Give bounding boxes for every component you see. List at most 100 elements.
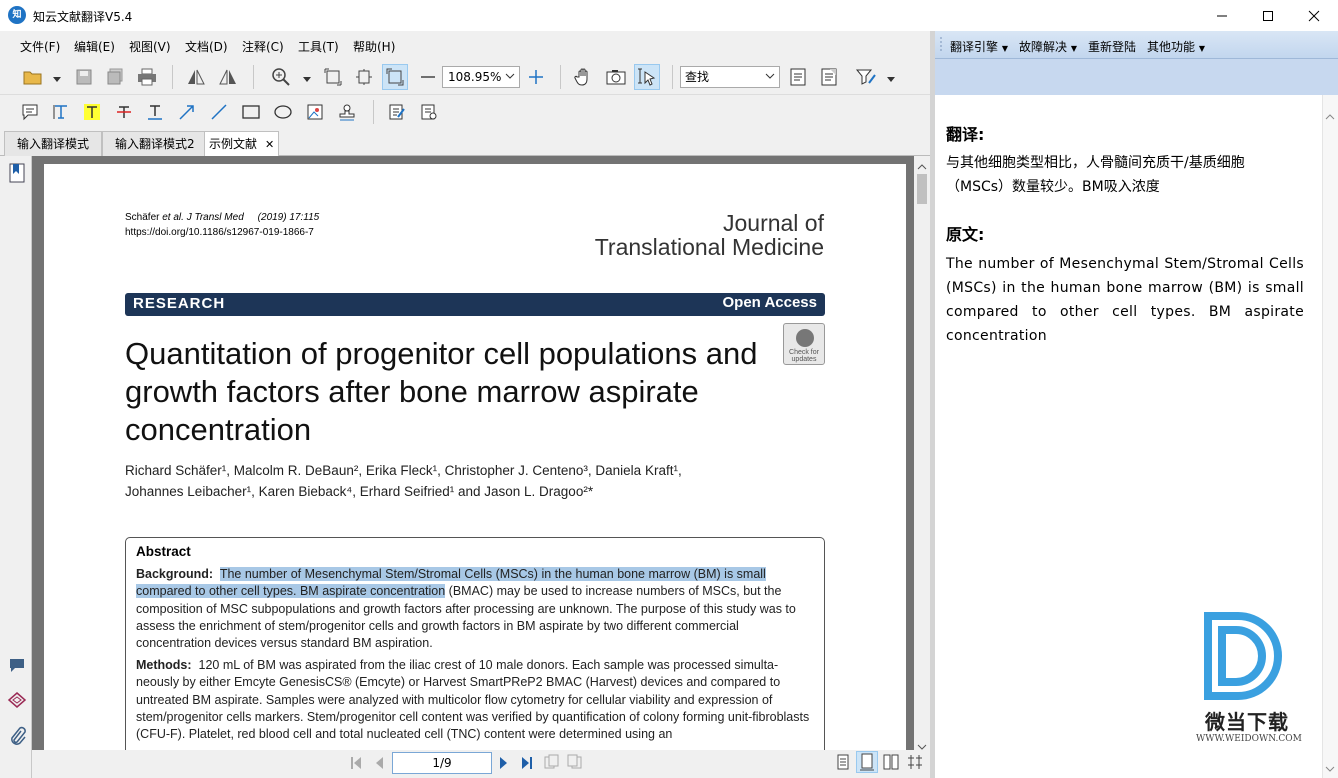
menu-label: 其他功能	[1147, 40, 1196, 54]
history-back-icon[interactable]	[544, 754, 560, 773]
rotate-left-icon[interactable]	[183, 64, 209, 90]
tab-label: 输入翻译模式2	[115, 137, 195, 151]
menu-label: 故障解决	[1019, 40, 1068, 54]
fit-width-icon[interactable]	[351, 64, 377, 90]
maximize-button[interactable]	[1245, 0, 1291, 31]
abstract-methods[interactable]: Methods: 120 mL of BM was aspirated from…	[136, 657, 816, 743]
ellipse-icon[interactable]	[270, 99, 296, 125]
comment-icon[interactable]	[9, 657, 25, 676]
citation-journal: et al. J Transl Med	[162, 212, 244, 223]
relogin-button[interactable]: 重新登陆	[1088, 38, 1136, 55]
open-folder-icon[interactable]	[20, 64, 46, 90]
snapshot-icon[interactable]	[603, 64, 629, 90]
find-prev-icon[interactable]	[785, 64, 811, 90]
troubleshoot-menu[interactable]: 故障解决 ▼	[1019, 38, 1077, 55]
scroll-up-icon[interactable]	[917, 160, 927, 174]
menu-tools[interactable]: 工具(T)	[298, 38, 339, 55]
annotation-tool-icon[interactable]	[853, 64, 879, 90]
authors: Richard Schäfer¹, Malcolm R. DeBaun², Er…	[125, 460, 815, 502]
grip-icon	[939, 36, 943, 57]
minimize-button[interactable]	[1199, 0, 1245, 31]
tab-input-translate[interactable]: 输入翻译模式	[4, 131, 103, 156]
separator	[672, 65, 673, 89]
translation-header-band	[935, 59, 1338, 95]
bookmark-icon[interactable]	[9, 163, 25, 186]
close-icon[interactable]: ✕	[265, 138, 274, 151]
other-functions-menu[interactable]: 其他功能 ▼	[1147, 38, 1205, 55]
close-button[interactable]	[1291, 0, 1337, 31]
text-box-icon[interactable]	[48, 99, 74, 125]
tab-sample-document[interactable]: 示例文献 ✕	[204, 131, 280, 157]
underline-icon[interactable]	[142, 99, 168, 125]
save-all-icon[interactable]	[102, 64, 128, 90]
menu-file[interactable]: 文件(F)	[20, 38, 60, 55]
separator	[373, 100, 374, 124]
zoom-plus-icon[interactable]	[523, 64, 549, 90]
first-page-icon[interactable]	[350, 756, 362, 773]
tab-input-translate-2[interactable]: 输入翻译模式2	[102, 131, 208, 156]
zoom-out-icon[interactable]	[415, 64, 441, 90]
two-page-view-icon[interactable]	[883, 754, 899, 773]
edit-note-icon[interactable]	[384, 99, 410, 125]
journal-name: Journal of Translational Medicine	[564, 211, 824, 259]
chevron-down-icon	[765, 67, 775, 87]
abstract-heading: Abstract	[136, 544, 191, 559]
chevron-down-icon[interactable]	[53, 72, 61, 86]
actual-size-icon[interactable]	[382, 64, 408, 90]
chevron-down-icon[interactable]	[887, 72, 895, 86]
two-page-continuous-icon[interactable]	[907, 754, 923, 773]
save-icon[interactable]	[71, 64, 97, 90]
scroll-up-icon[interactable]	[1325, 110, 1335, 124]
print-icon[interactable]	[134, 64, 160, 90]
page-number-input[interactable]: 1/9	[392, 752, 492, 774]
translation-engine-menu[interactable]: 翻译引擎 ▼	[950, 38, 1008, 55]
citation-year: (2019) 17:115	[257, 212, 320, 223]
last-page-icon[interactable]	[521, 756, 533, 773]
history-forward-icon[interactable]	[567, 754, 583, 773]
source-text[interactable]: The number of Mesenchymal Stem/Stromal C…	[946, 252, 1304, 348]
note-icon[interactable]	[17, 99, 43, 125]
zoom-select[interactable]: 108.95%	[442, 66, 520, 88]
single-page-view-icon[interactable]	[836, 754, 850, 773]
zoom-in-icon[interactable]	[268, 64, 294, 90]
rectangle-icon[interactable]	[238, 99, 264, 125]
strikethrough-icon[interactable]	[111, 99, 137, 125]
menu-view[interactable]: 视图(V)	[129, 38, 171, 55]
translation-scrollbar[interactable]	[1322, 95, 1338, 778]
tab-label: 示例文献	[209, 137, 258, 151]
journal-line: Translational Medicine	[594, 234, 824, 260]
separator	[172, 65, 173, 89]
rotate-right-icon[interactable]	[215, 64, 241, 90]
menu-label: 翻译引擎	[950, 40, 999, 54]
highlight-icon[interactable]	[79, 99, 105, 125]
select-text-icon[interactable]	[634, 64, 660, 90]
fit-page-icon[interactable]	[320, 64, 346, 90]
prev-page-icon[interactable]	[374, 756, 384, 773]
menu-help[interactable]: 帮助(H)	[353, 38, 395, 55]
line-icon[interactable]	[206, 99, 232, 125]
layers-icon[interactable]	[7, 691, 27, 712]
zoom-value: 108.95%	[448, 70, 502, 84]
abstract-background[interactable]: Background: The number of Mesenchymal St…	[136, 566, 816, 652]
image-stamp-icon[interactable]	[302, 99, 328, 125]
stamp-icon[interactable]	[334, 99, 360, 125]
continuous-view-icon[interactable]	[856, 751, 878, 773]
menu-document[interactable]: 文档(D)	[185, 38, 228, 55]
find-input[interactable]: 查找	[680, 66, 780, 88]
scrollbar-thumb[interactable]	[917, 174, 927, 204]
banner-research: RESEARCH	[133, 295, 226, 312]
document-scrollbar[interactable]	[914, 156, 930, 750]
arrow-icon[interactable]	[174, 99, 200, 125]
menu-comment[interactable]: 注释(C)	[242, 38, 284, 55]
menu-edit[interactable]: 编辑(E)	[74, 38, 115, 55]
chevron-down-icon	[505, 67, 515, 87]
manage-notes-icon[interactable]	[416, 99, 442, 125]
paper-title: Quantitation of progenitor cell populati…	[125, 336, 758, 447]
find-next-icon[interactable]	[816, 64, 842, 90]
chevron-down-icon[interactable]	[303, 72, 311, 86]
hand-tool-icon[interactable]	[571, 64, 597, 90]
translation-text[interactable]: 与其他细胞类型相比，人骨髓间充质干/基质细胞 （MSCs）数量较少。BM吸入浓度	[946, 151, 1304, 199]
scroll-down-icon[interactable]	[1325, 762, 1335, 776]
attachment-icon[interactable]	[8, 726, 26, 749]
next-page-icon[interactable]	[499, 756, 509, 773]
